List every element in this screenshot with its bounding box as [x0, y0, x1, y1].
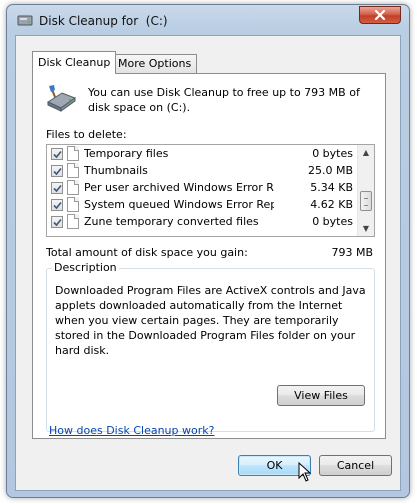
item-name: Per user archived Windows Error Repo... [84, 181, 274, 194]
title-bar[interactable]: Disk Cleanup for (C:) [7, 5, 409, 35]
dialog-window: Disk Cleanup for (C:) Disk Cleanup More … [6, 4, 410, 498]
files-list[interactable]: Temporary files 0 bytes Thumbnails 25.0 … [46, 144, 375, 237]
close-icon [374, 10, 386, 20]
checkbox[interactable] [51, 148, 63, 160]
checkbox[interactable] [51, 182, 63, 194]
cancel-button[interactable]: Cancel [319, 455, 392, 476]
checkmark-icon [52, 218, 62, 226]
view-files-button[interactable]: View Files [277, 385, 365, 406]
item-size: 5.34 KB [310, 181, 353, 194]
window-title: Disk Cleanup for (C:) [39, 14, 168, 28]
file-icon [67, 180, 79, 195]
tab-more-options[interactable]: More Options [112, 54, 198, 73]
checkbox[interactable] [51, 165, 63, 177]
list-item-per-user-error-reports[interactable]: Per user archived Windows Error Repo... … [47, 179, 359, 196]
close-button[interactable] [359, 6, 401, 24]
item-name: Temporary files [84, 147, 169, 160]
list-item-thumbnails[interactable]: Thumbnails 25.0 MB [47, 162, 359, 179]
disk-cleanup-app-icon [17, 15, 33, 26]
item-name: System queued Windows Error Reporti... [84, 198, 274, 211]
file-icon [67, 163, 79, 178]
list-item-system-queued-error-reports[interactable]: System queued Windows Error Reporti... 4… [47, 196, 359, 213]
tab-disk-cleanup[interactable]: Disk Cleanup [32, 51, 117, 74]
checkmark-icon [52, 184, 62, 192]
scroll-down-arrow-icon[interactable]: ▼ [358, 221, 374, 236]
checkbox[interactable] [51, 199, 63, 211]
item-size: 4.62 KB [310, 198, 353, 211]
mouse-cursor-icon [298, 462, 312, 482]
scroll-thumb[interactable] [360, 191, 372, 211]
item-size: 25.0 MB [307, 164, 353, 177]
checkmark-icon [52, 167, 62, 175]
item-size: 0 bytes [312, 215, 353, 228]
dialog-client-area: Disk Cleanup More Options You can use Di… [15, 35, 401, 491]
list-item-zune-converted-files[interactable]: Zune temporary converted files 0 bytes [47, 213, 359, 230]
total-space-label: Total amount of disk space you gain: [46, 246, 248, 259]
file-icon [67, 146, 79, 161]
disk-cleanup-panel: You can use Disk Cleanup to free up to 7… [32, 73, 386, 439]
files-to-delete-label: Files to delete: [46, 128, 127, 141]
list-scrollbar[interactable]: ▲ ▼ [357, 145, 374, 236]
item-name: Thumbnails [84, 164, 148, 177]
description-text: Downloaded Program Files are ActiveX con… [55, 284, 366, 357]
scroll-up-arrow-icon[interactable]: ▲ [358, 145, 374, 160]
help-link[interactable]: How does Disk Cleanup work? [49, 424, 214, 437]
list-item-temporary-files[interactable]: Temporary files 0 bytes [47, 145, 359, 162]
file-icon [67, 197, 79, 212]
total-space-value: 793 MB [331, 246, 373, 259]
file-icon [67, 214, 79, 229]
description-group: Description Downloaded Program Files are… [46, 261, 375, 432]
intro-text: You can use Disk Cleanup to free up to 7… [88, 86, 360, 114]
item-size: 0 bytes [312, 147, 353, 160]
checkmark-icon [52, 150, 62, 158]
checkmark-icon [52, 201, 62, 209]
description-legend: Description [52, 261, 119, 274]
checkbox[interactable] [51, 216, 63, 228]
disk-cleanup-icon [46, 85, 77, 112]
item-name: Zune temporary converted files [84, 215, 259, 228]
